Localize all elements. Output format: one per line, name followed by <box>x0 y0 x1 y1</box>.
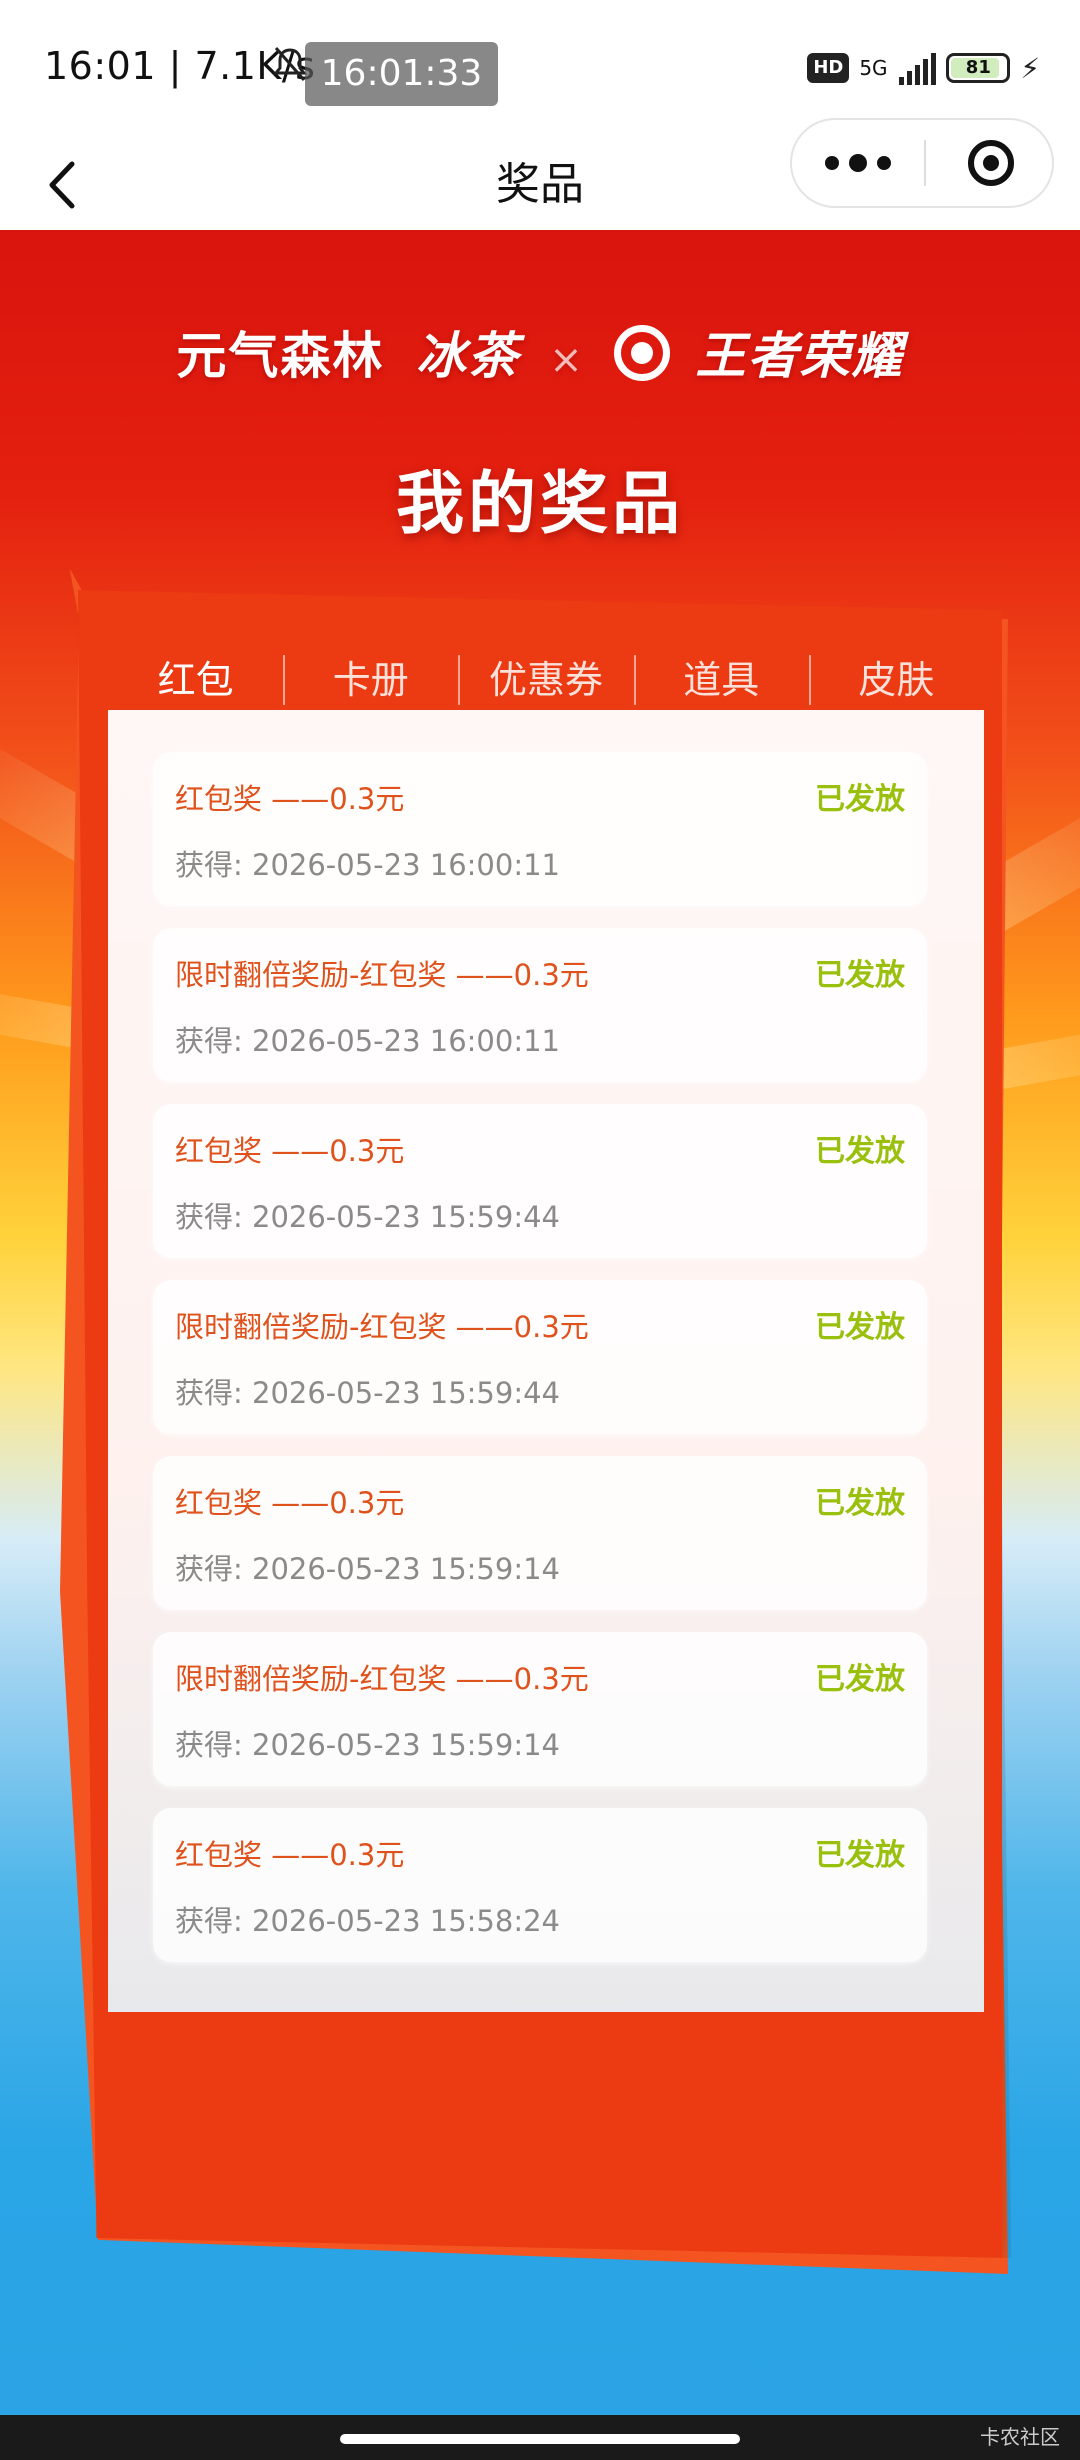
prize-time: 获得: 2026-05-23 15:58:24 <box>175 1904 560 1938</box>
my-prizes-heading: 我的奖品 <box>395 465 684 544</box>
capsule-divider <box>924 140 926 186</box>
prize-card: 限时翻倍奖励-红包奖 ——0.3元 已发放 获得: 2026-05-23 16:… <box>153 928 927 1082</box>
nav-bar: 奖品 <box>0 118 1080 230</box>
hd-badge: HD <box>807 53 850 83</box>
prize-card: 红包奖 ——0.3元 已发放 获得: 2026-05-23 16:00:11 <box>153 752 927 906</box>
network-label: 5G <box>859 56 888 80</box>
prize-status: 已发放 <box>815 782 905 817</box>
mini-program-capsule <box>790 118 1054 208</box>
prize-time: 获得: 2026-05-23 15:59:44 <box>175 1376 560 1410</box>
signal-icon <box>899 51 937 85</box>
prize-time: 获得: 2026-05-23 15:59:44 <box>175 1200 560 1234</box>
hero-background: 元气森林 冰茶 × 王者荣耀 我的奖品 红包 卡册 优惠券 道具 皮肤 红包奖 … <box>0 230 1080 2415</box>
prize-card: 红包奖 ——0.3元 已发放 获得: 2026-05-23 15:59:44 <box>153 1104 927 1258</box>
gesture-bar: 卡农社区 <box>0 2415 1080 2460</box>
bell-muted-icon <box>272 47 308 81</box>
prize-status: 已发放 <box>815 1486 905 1521</box>
prize-status: 已发放 <box>815 958 905 993</box>
prize-status: 已发放 <box>815 1662 905 1697</box>
prize-card: 红包奖 ——0.3元 已发放 获得: 2026-05-23 15:58:24 <box>153 1808 927 1962</box>
prize-time: 获得: 2026-05-23 15:59:14 <box>175 1552 560 1586</box>
honor-of-kings-logo-icon <box>614 325 671 381</box>
home-indicator[interactable] <box>340 2434 740 2444</box>
watermark: 卡农社区 <box>980 2425 1060 2449</box>
more-button[interactable] <box>792 120 924 206</box>
prize-status: 已发放 <box>815 1134 905 1169</box>
prize-title: 限时翻倍奖励-红包奖 ——0.3元 <box>175 1310 589 1344</box>
more-dot-icon <box>825 156 839 170</box>
prize-time: 获得: 2026-05-23 16:00:11 <box>175 1024 560 1058</box>
brand-bingcha: 冰茶 <box>415 327 520 385</box>
more-dot-icon <box>849 154 867 172</box>
time-overlay: 16:01:33 <box>305 42 498 106</box>
battery-icon: 81 <box>946 53 1011 83</box>
status-icons: HD 5G 81 ⚡ <box>807 46 1040 90</box>
brand-yuanqi: 元气森林 <box>176 327 385 385</box>
more-dot-icon <box>877 156 891 170</box>
prize-time: 获得: 2026-05-23 15:59:14 <box>175 1728 560 1762</box>
prize-title: 红包奖 ——0.3元 <box>175 782 405 816</box>
prize-time: 获得: 2026-05-23 16:00:11 <box>175 848 560 882</box>
brand-logos: 元气森林 冰茶 × 王者荣耀 <box>0 316 1080 388</box>
prize-title: 限时翻倍奖励-红包奖 ——0.3元 <box>175 958 589 992</box>
battery-level: 81 <box>965 57 991 78</box>
brand-honor-of-kings: 王者荣耀 <box>695 327 904 385</box>
prize-status: 已发放 <box>815 1310 905 1345</box>
close-target-icon[interactable] <box>968 140 1014 186</box>
prize-title: 红包奖 ——0.3元 <box>175 1838 405 1872</box>
prize-card: 限时翻倍奖励-红包奖 ——0.3元 已发放 获得: 2026-05-23 15:… <box>153 1632 927 1786</box>
prize-status: 已发放 <box>815 1838 905 1873</box>
prize-card: 限时翻倍奖励-红包奖 ——0.3元 已发放 获得: 2026-05-23 15:… <box>153 1280 927 1434</box>
prize-card: 红包奖 ——0.3元 已发放 获得: 2026-05-23 15:59:14 <box>153 1456 927 1610</box>
prize-list: 红包奖 ——0.3元 已发放 获得: 2026-05-23 16:00:11 限… <box>108 710 984 2012</box>
charging-icon: ⚡ <box>1020 51 1040 85</box>
brand-separator: × <box>549 337 585 383</box>
prize-title: 红包奖 ——0.3元 <box>175 1134 405 1168</box>
prize-title: 限时翻倍奖励-红包奖 ——0.3元 <box>175 1662 589 1696</box>
prize-title: 红包奖 ——0.3元 <box>175 1486 405 1520</box>
